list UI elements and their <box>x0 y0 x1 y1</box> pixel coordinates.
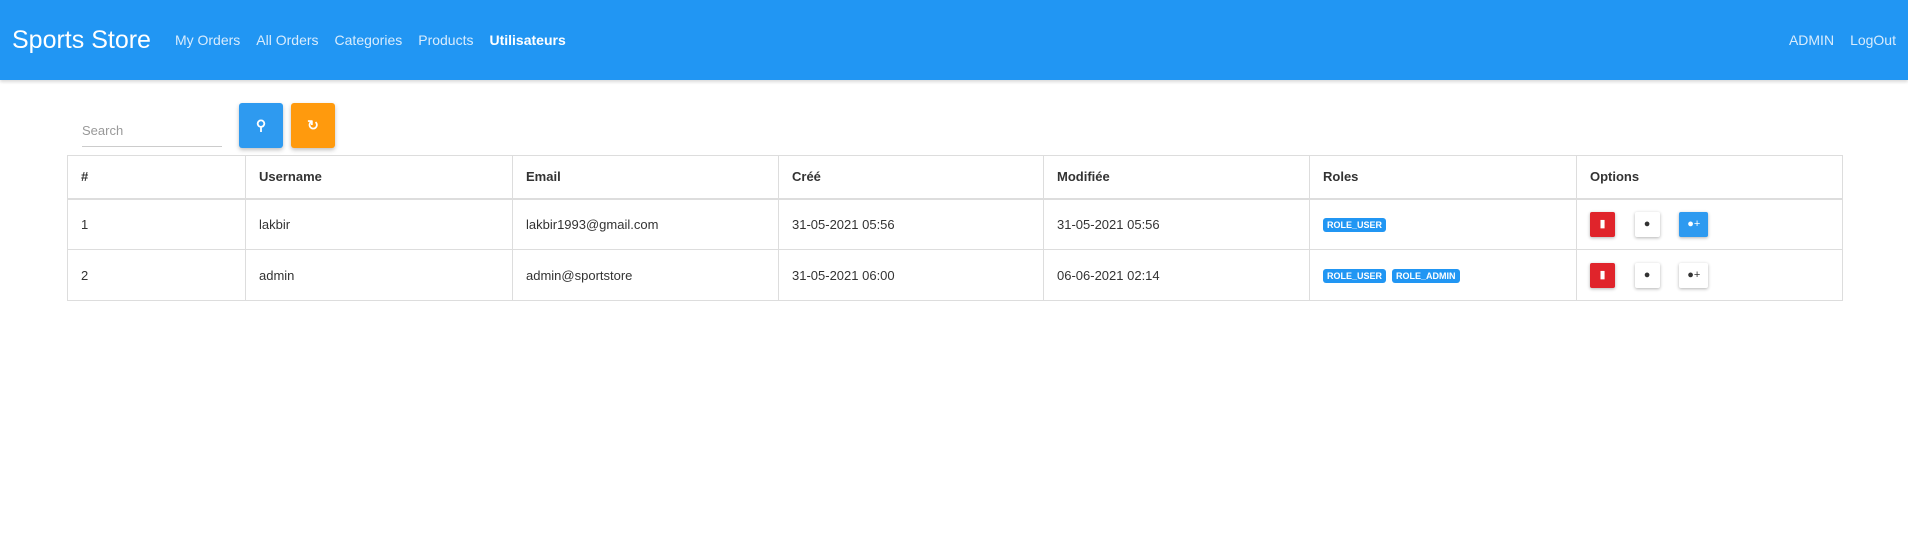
view-user-button[interactable]: ● <box>1634 262 1660 288</box>
cell-email: admin@sportstore <box>512 249 779 301</box>
users-table: # Username Email Créé Modifiée Roles Opt… <box>67 155 1843 301</box>
col-options: Options <box>1576 155 1843 200</box>
col-username: Username <box>245 155 513 200</box>
cell-options: ▮ ● ●+ <box>1576 249 1843 301</box>
role-badge: ROLE_USER <box>1323 218 1387 233</box>
delete-button[interactable]: ▮ <box>1590 262 1615 288</box>
cell-id: 2 <box>67 249 246 301</box>
cell-created: 31-05-2021 06:00 <box>778 249 1044 301</box>
col-roles: Roles <box>1309 155 1577 200</box>
user-icon: ● <box>1643 217 1651 230</box>
add-role-button[interactable]: ●+ <box>1679 262 1709 288</box>
search-icon: ⚲ <box>255 117 267 133</box>
nav-categories[interactable]: Categories <box>335 32 403 48</box>
user-plus-icon: ●+ <box>1687 217 1701 230</box>
refresh-button[interactable]: ↻ <box>291 103 335 148</box>
refresh-icon: ↻ <box>307 117 319 133</box>
role-badge: ROLE_USER <box>1323 269 1387 283</box>
user-plus-icon: ●+ <box>1687 268 1701 281</box>
navbar: Sports Store My Orders All Orders Catego… <box>0 0 1908 80</box>
search-input[interactable] <box>82 103 222 147</box>
cell-roles: ROLE_USER ROLE_ADMIN <box>1309 249 1577 301</box>
search-button[interactable]: ⚲ <box>239 103 283 148</box>
cell-roles: ROLE_USER <box>1309 198 1577 250</box>
table-row: 2 admin admin@sportstore 31-05-2021 06:0… <box>67 249 1843 301</box>
view-user-button[interactable]: ● <box>1634 211 1660 237</box>
trash-icon: ▮ <box>1599 217 1606 230</box>
trash-icon: ▮ <box>1599 268 1606 281</box>
cell-created: 31-05-2021 05:56 <box>778 198 1044 250</box>
nav-admin[interactable]: ADMIN <box>1789 32 1834 48</box>
cell-username: lakbir <box>245 198 513 250</box>
nav-logout[interactable]: LogOut <box>1850 32 1896 48</box>
cell-id: 1 <box>67 198 246 250</box>
cell-options: ▮ ● ●+ <box>1576 198 1843 250</box>
user-icon: ● <box>1643 268 1651 281</box>
nav-products[interactable]: Products <box>418 32 473 48</box>
add-role-button[interactable]: ●+ <box>1679 211 1709 237</box>
nav-utilisateurs[interactable]: Utilisateurs <box>489 32 565 48</box>
role-badge: ROLE_ADMIN <box>1392 269 1460 283</box>
nav-all-orders[interactable]: All Orders <box>256 32 318 48</box>
cell-username: admin <box>245 249 513 301</box>
cell-modified: 06-06-2021 02:14 <box>1043 249 1310 301</box>
nav-my-orders[interactable]: My Orders <box>175 32 240 48</box>
col-created: Créé <box>778 155 1044 200</box>
col-modified: Modifiée <box>1043 155 1310 200</box>
cell-modified: 31-05-2021 05:56 <box>1043 198 1310 250</box>
delete-button[interactable]: ▮ <box>1590 211 1615 237</box>
cell-email: lakbir1993@gmail.com <box>512 198 779 250</box>
col-id: # <box>67 155 246 200</box>
col-email: Email <box>512 155 779 200</box>
brand[interactable]: Sports Store <box>12 26 151 55</box>
table-row: 1 lakbir lakbir1993@gmail.com 31-05-2021… <box>67 198 1843 250</box>
